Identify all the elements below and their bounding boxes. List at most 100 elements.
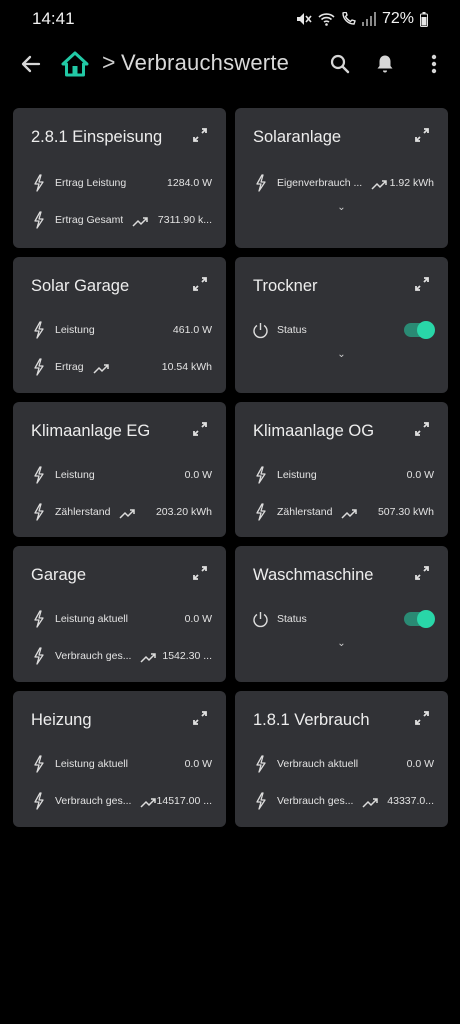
lightning-icon [29, 609, 47, 629]
expand-icon[interactable] [415, 128, 429, 142]
entity-label: Leistung [55, 324, 95, 336]
card-einspeisung[interactable]: 2.8.1 Einspeisung Ertrag Leistung 1284.0… [13, 108, 226, 248]
home-button[interactable] [61, 50, 89, 78]
entity-row[interactable]: Leistung 461.0 W [29, 319, 212, 341]
entity-label: Leistung [55, 469, 95, 481]
lightning-icon [251, 173, 269, 193]
entity-row[interactable]: Verbrauch ges... 1542.30 ... [29, 645, 212, 667]
expand-icon[interactable] [193, 422, 207, 436]
entity-label: Status [277, 324, 307, 336]
trending-up-icon [140, 650, 157, 663]
entity-label: Status [277, 613, 307, 625]
status-toggle[interactable] [404, 321, 435, 339]
card-klimaanlage-og[interactable]: Klimaanlage OG Leistung 0.0 W Zählerstan… [235, 402, 448, 537]
search-icon [330, 54, 350, 74]
card-title: 2.8.1 Einspeisung [31, 128, 163, 146]
lightning-icon [251, 502, 269, 522]
card-klimaanlage-eg[interactable]: Klimaanlage EG Leistung 0.0 W Zählerstan… [13, 402, 226, 537]
entity-label: Verbrauch ges... [277, 795, 354, 807]
expand-icon[interactable] [193, 711, 207, 725]
card-trockner[interactable]: Trockner Status ⌄ [235, 257, 448, 393]
lightning-icon [29, 320, 47, 340]
entity-row[interactable]: Verbrauch aktuell 0.0 W [251, 753, 434, 775]
entity-value: 0.0 W [406, 758, 434, 770]
entity-row[interactable]: Zählerstand 203.20 kWh [29, 501, 212, 523]
signal-icon [361, 12, 376, 26]
entity-row[interactable]: Status [251, 608, 435, 630]
status-toggle[interactable] [404, 610, 435, 628]
expand-icon[interactable] [415, 566, 429, 580]
card-solar-garage[interactable]: Solar Garage Leistung 461.0 W Ertrag 10.… [13, 257, 226, 393]
chevron-down-icon[interactable]: ⌄ [235, 638, 448, 649]
entity-row[interactable]: Verbrauch ges... 14517.00 ... [29, 790, 212, 812]
status-bar: 14:41 72% [0, 0, 460, 38]
entity-row[interactable]: Ertrag Gesamt 7311.90 k... [29, 209, 212, 231]
card-title: Trockner [253, 277, 318, 295]
lightning-icon [251, 791, 269, 811]
more-vertical-icon [431, 54, 437, 74]
lightning-icon [251, 754, 269, 774]
app-bar: > Verbrauchswerte [0, 38, 460, 90]
expand-icon[interactable] [415, 422, 429, 436]
entity-row[interactable]: Eigenverbrauch ... 1.92 kWh [251, 172, 434, 194]
entity-value: 507.30 kWh [377, 506, 434, 518]
trending-up-icon [119, 506, 136, 519]
entity-row[interactable]: Leistung aktuell 0.0 W [29, 608, 212, 630]
chevron-down-icon[interactable]: ⌄ [235, 202, 448, 213]
lightning-icon [29, 646, 47, 666]
card-title: Heizung [31, 711, 92, 729]
entity-value: 461.0 W [172, 324, 212, 336]
entity-value: 0.0 W [406, 469, 434, 481]
back-button[interactable] [17, 50, 45, 78]
expand-icon[interactable] [193, 128, 207, 142]
chevron-down-icon[interactable]: ⌄ [235, 349, 448, 360]
power-icon [251, 320, 269, 340]
card-garage[interactable]: Garage Leistung aktuell 0.0 W Verbrauch … [13, 546, 226, 682]
card-heizung[interactable]: Heizung Leistung aktuell 0.0 W Verbrauch… [13, 691, 226, 827]
search-button[interactable] [326, 50, 354, 78]
entity-label: Leistung [277, 469, 317, 481]
entity-label: Verbrauch aktuell [277, 758, 359, 770]
expand-icon[interactable] [193, 566, 207, 580]
card-title: 1.8.1 Verbrauch [253, 711, 370, 729]
card-solaranlage[interactable]: Solaranlage Eigenverbrauch ... 1.92 kWh … [235, 108, 448, 248]
wifi-icon [318, 13, 335, 26]
entity-row[interactable]: Leistung 0.0 W [29, 464, 212, 486]
expand-icon[interactable] [193, 277, 207, 291]
entity-label: Verbrauch ges... [55, 650, 132, 662]
trending-up-icon [140, 795, 157, 808]
card-title: Waschmaschine [253, 566, 374, 584]
status-icons: 72% [296, 10, 428, 28]
entity-row[interactable]: Status [251, 319, 435, 341]
entity-label: Ertrag [55, 361, 84, 373]
notifications-button[interactable] [371, 50, 399, 78]
lightning-icon [29, 754, 47, 774]
entity-label: Zählerstand [55, 506, 111, 518]
entity-row[interactable]: Ertrag 10.54 kWh [29, 356, 212, 378]
entity-value: 203.20 kWh [155, 506, 212, 518]
entity-label: Eigenverbrauch ... [277, 177, 363, 189]
entity-row[interactable]: Zählerstand 507.30 kWh [251, 501, 434, 523]
expand-icon[interactable] [415, 277, 429, 291]
entity-row[interactable]: Leistung 0.0 W [251, 464, 434, 486]
entity-row[interactable]: Verbrauch ges... 43337.0... [251, 790, 434, 812]
card-waschmaschine[interactable]: Waschmaschine Status ⌄ [235, 546, 448, 682]
entity-value: 0.0 W [184, 758, 212, 770]
breadcrumb-separator: > [102, 49, 116, 75]
card-verbrauch[interactable]: 1.8.1 Verbrauch Verbrauch aktuell 0.0 W … [235, 691, 448, 827]
home-icon [61, 51, 89, 77]
card-title: Solar Garage [31, 277, 130, 295]
card-title: Garage [31, 566, 87, 584]
entity-label: Ertrag Leistung [55, 177, 127, 189]
lightning-icon [29, 173, 47, 193]
trending-up-icon [132, 214, 149, 227]
entity-row[interactable]: Ertrag Leistung 1284.0 W [29, 172, 212, 194]
entity-value: 14517.00 ... [156, 795, 212, 807]
lightning-icon [29, 210, 47, 230]
entity-row[interactable]: Leistung aktuell 0.0 W [29, 753, 212, 775]
bell-icon [377, 55, 393, 73]
trending-up-icon [341, 506, 358, 519]
entity-label: Verbrauch ges... [55, 795, 132, 807]
more-menu-button[interactable] [420, 50, 448, 78]
expand-icon[interactable] [415, 711, 429, 725]
